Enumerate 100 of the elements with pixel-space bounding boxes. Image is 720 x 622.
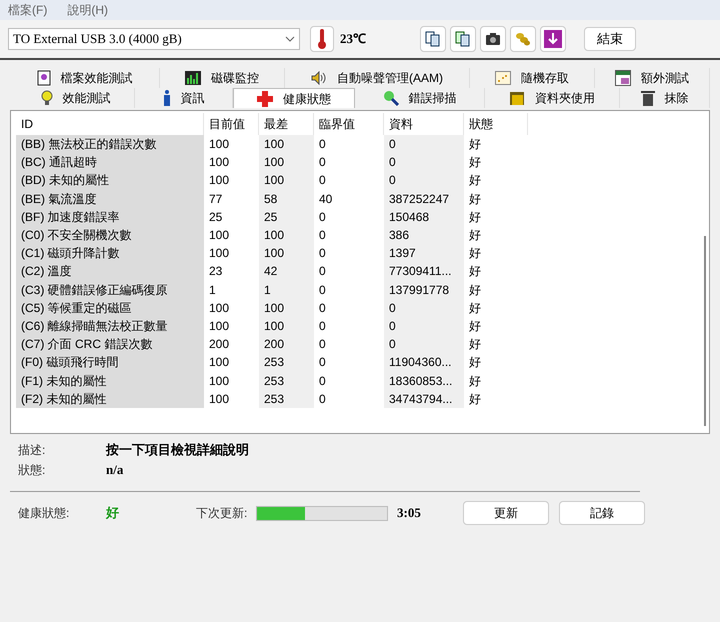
table-cell-text: 100: [208, 172, 230, 190]
table-cell: 150468: [384, 208, 464, 226]
folder-icon: [509, 90, 525, 106]
table-cell-text: 100: [208, 390, 230, 408]
thermometer-icon: [318, 29, 326, 49]
field-value: n/a: [106, 461, 124, 480]
toolbar-button[interactable]: [540, 26, 566, 52]
table-cell: 34743794...: [384, 390, 464, 408]
table-cell-text: 0: [318, 282, 327, 299]
camera-icon: [485, 32, 501, 46]
table-cell: (BB) 無法校正的錯誤次數: [16, 135, 204, 154]
table-cell-text: 好: [468, 227, 482, 244]
table-cell-text: 0: [318, 227, 327, 244]
table-cell: (BD) 未知的屬性: [16, 171, 204, 190]
light-bulb-icon: [40, 90, 52, 106]
table-cell-text: 好: [468, 263, 482, 280]
table-cell-text: 0: [318, 372, 327, 390]
table-cell-text: 100: [208, 300, 230, 317]
download-icon: [543, 29, 563, 49]
info-icon: [162, 90, 170, 106]
calculator-icon: [615, 70, 631, 86]
table-cell-text: 0: [318, 354, 327, 372]
table-cell: 137991778: [384, 280, 464, 299]
table-cell: (F0) 磁頭飛行時間: [16, 353, 204, 372]
toolbar-button[interactable]: [480, 26, 506, 52]
toolbar-button[interactable]: [450, 26, 476, 52]
table-cell: 0: [384, 335, 464, 354]
table-cell: (C0) 不安全關機次數: [16, 226, 204, 244]
field-label: 描述:: [18, 442, 46, 459]
speaker-icon: [311, 71, 327, 85]
exit-button[interactable]: 結束: [584, 27, 636, 51]
table-cell-text: 0: [318, 208, 327, 226]
table-cell-text: 0: [318, 263, 327, 280]
next-update-label: 下次更新:: [196, 505, 248, 522]
table-cell-text: 好: [468, 154, 482, 172]
table-cell-text: 0: [318, 300, 327, 317]
trash-can-icon: [640, 90, 654, 106]
table-cell: 200: [259, 335, 314, 354]
table-cell: 100: [259, 226, 314, 244]
temperature-reading: 23℃: [340, 30, 367, 48]
table-cell: (C2) 溫度: [16, 262, 204, 280]
tab[interactable]: 健康狀態: [233, 88, 355, 108]
menu-item[interactable]: 說明(H): [67, 1, 108, 19]
table-cell-text: 100: [208, 136, 230, 154]
countdown: 3:05: [397, 504, 422, 522]
table-cell: (C3) 硬體錯誤修正編碼復原: [16, 280, 204, 299]
health-label: 健康狀態:: [18, 505, 70, 522]
field-label: 狀態:: [18, 462, 46, 479]
table-cell-text: 好: [468, 172, 482, 190]
table-cell-text: 0: [318, 172, 327, 190]
table-cell-text: 好: [468, 354, 482, 372]
table-cell-text: 25: [208, 208, 224, 226]
action-button[interactable]: 記錄: [559, 501, 645, 525]
table-cell-text: 23: [208, 263, 224, 280]
table-cell: 253: [259, 353, 314, 372]
toolbar-button[interactable]: [420, 26, 446, 52]
table-cell-text: 0: [318, 318, 327, 335]
magnifier-icon: [382, 90, 398, 106]
table-cell: (BF) 加速度錯誤率: [16, 208, 204, 226]
table-cell-text: 100: [208, 354, 230, 372]
table-cell: 0: [384, 135, 464, 154]
column-header[interactable]: 狀態: [464, 113, 528, 135]
table-cell-text: 100: [208, 245, 230, 262]
table-cell-text: 好: [468, 136, 482, 154]
table-cell-text: 好: [468, 300, 482, 317]
page-icon: [36, 70, 50, 86]
table-cell: 253: [259, 390, 314, 408]
table-cell-text: 100: [208, 318, 230, 335]
table-cell-text: 0: [318, 336, 327, 354]
table-cell-text: 0: [318, 245, 327, 262]
table-cell: 253: [259, 371, 314, 390]
table-cell: 100: [259, 171, 314, 190]
column-header[interactable]: 臨界值: [314, 113, 384, 135]
table-cell-text: 1: [208, 282, 217, 299]
table-cell: 0: [384, 316, 464, 336]
table-cell: 58: [259, 190, 314, 208]
action-button[interactable]: 更新: [463, 501, 549, 525]
table-cell-text: 40: [318, 190, 334, 208]
table-cell: 0: [384, 171, 464, 190]
scrollbar-thumb[interactable]: [704, 236, 706, 426]
table-cell: 100: [259, 135, 314, 154]
column-header[interactable]: 目前值: [204, 113, 259, 135]
table-cell-text: 好: [468, 318, 482, 335]
table-cell: (C5) 等候重定的磁區: [16, 298, 204, 317]
scatter-chart-icon: [495, 71, 511, 85]
table-cell-text: 100: [208, 154, 230, 172]
menu-item[interactable]: 檔案(F): [8, 1, 48, 19]
table-cell: (F1) 未知的屬性: [16, 371, 204, 390]
table-cell: 42: [259, 262, 314, 280]
table-cell: 100: [259, 316, 314, 336]
table-cell: (F2) 未知的屬性: [16, 390, 204, 408]
table-cell: 1: [259, 280, 314, 299]
field-value: 按一下項目檢視詳細說明: [106, 441, 249, 460]
drive-dropdown[interactable]: TO External USB 3.0 (4000 gB): [8, 28, 300, 50]
table-cell: 0: [384, 153, 464, 172]
table-cell-text: 好: [468, 336, 482, 354]
table-cell-text: 好: [468, 372, 482, 390]
table-cell-text: 0: [318, 136, 327, 154]
table-cell-text: 77: [208, 190, 224, 208]
table-cell: 100: [259, 153, 314, 172]
